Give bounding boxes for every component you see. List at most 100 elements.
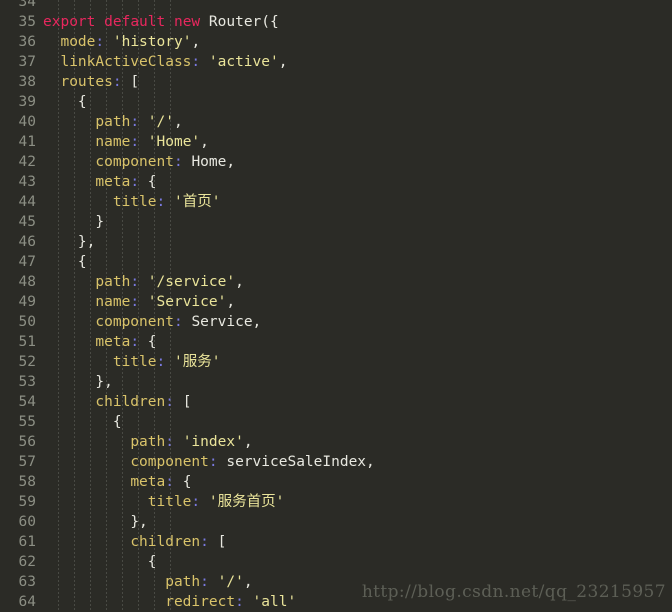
line-text: children: [ <box>43 532 226 552</box>
token-colon: : <box>130 274 140 290</box>
code-line[interactable]: 47 { <box>0 252 672 272</box>
line-number: 39 <box>18 94 36 110</box>
line-number: 46 <box>18 234 36 250</box>
token-prop: component <box>130 454 209 470</box>
token-prop: path <box>130 434 166 450</box>
token-str: '服务' <box>173 354 221 370</box>
line-text: redirect: 'all' <box>43 592 296 612</box>
token-colon: : <box>156 194 166 210</box>
code-line[interactable]: 62 { <box>0 552 672 572</box>
line-text: }, <box>43 372 113 392</box>
code-line[interactable]: 45 } <box>0 212 672 232</box>
code-line[interactable]: 54 children: [ <box>0 392 672 412</box>
token-str: 'history' <box>112 34 192 50</box>
code-line[interactable]: 40 path: '/', <box>0 112 672 132</box>
line-text: meta: { <box>43 172 156 192</box>
token-colon: : <box>130 114 140 130</box>
code-line[interactable]: 46 }, <box>0 232 672 252</box>
code-content[interactable]: 34 35 export default new Router({36 mode: … <box>0 0 672 612</box>
token-colon: : <box>165 394 174 410</box>
code-line[interactable]: 61 children: [ <box>0 532 672 552</box>
line-number: 35 <box>18 14 36 30</box>
code-editor-pane[interactable]: 34 35 export default new Router({36 mode: … <box>0 0 672 612</box>
token-prop: component <box>95 314 174 330</box>
token-punct: , <box>243 574 253 590</box>
token-prop: redirect <box>165 594 236 610</box>
line-number: 48 <box>18 274 36 290</box>
token-str: 'active' <box>208 54 279 70</box>
code-line[interactable]: 35 export default new Router({ <box>0 12 672 32</box>
line-number: 52 <box>18 354 36 370</box>
token-punct: , <box>278 54 288 70</box>
code-line[interactable]: 36 mode: 'history', <box>0 32 672 52</box>
code-line[interactable]: 52 title: '服务' <box>0 352 672 372</box>
code-line[interactable]: 55 { <box>0 412 672 432</box>
code-line[interactable]: 53 }, <box>0 372 672 392</box>
token-punct: }, <box>130 514 148 530</box>
token-punct: , <box>173 114 183 130</box>
line-text: path: '/service', <box>43 272 243 292</box>
line-number: 49 <box>18 294 36 310</box>
code-line[interactable]: 41 name: 'Home', <box>0 132 672 152</box>
token-punct: } <box>95 214 105 230</box>
code-line[interactable]: 38 routes: [ <box>0 72 672 92</box>
token-str: 'Service' <box>147 294 227 310</box>
line-number: 58 <box>18 474 36 490</box>
line-text: component: serviceSaleIndex, <box>43 452 374 472</box>
token-colon: : <box>173 154 183 170</box>
code-line[interactable]: 44 title: '首页' <box>0 192 672 212</box>
code-line[interactable]: 42 component: Home, <box>0 152 672 172</box>
token-str: '/service' <box>147 274 236 290</box>
token-colon: : <box>130 174 140 190</box>
code-line[interactable]: 64 redirect: 'all' <box>0 592 672 612</box>
line-text: routes: [ <box>43 72 139 92</box>
line-text: title: '首页' <box>43 192 221 212</box>
code-line[interactable]: 59 title: '服务首页' <box>0 492 672 512</box>
code-line[interactable]: 37 linkActiveClass: 'active', <box>0 52 672 72</box>
code-line[interactable]: 56 path: 'index', <box>0 432 672 452</box>
code-line[interactable]: 63 path: '/', <box>0 572 672 592</box>
token-colon: : <box>156 354 166 370</box>
code-line[interactable]: 34 <box>0 0 672 12</box>
code-line[interactable]: 48 path: '/service', <box>0 272 672 292</box>
code-line[interactable]: 39 { <box>0 92 672 112</box>
code-line[interactable]: 58 meta: { <box>0 472 672 492</box>
token-punct: { <box>147 334 157 350</box>
token-punct: [ <box>182 394 192 410</box>
token-punct: { <box>182 474 192 490</box>
token-prop: path <box>95 274 131 290</box>
token-punct: , <box>191 34 201 50</box>
code-line[interactable]: 50 component: Service, <box>0 312 672 332</box>
token-colon: : <box>200 574 209 590</box>
code-line[interactable]: 57 component: serviceSaleIndex, <box>0 452 672 472</box>
line-number: 63 <box>18 574 36 590</box>
token-prop: title <box>147 494 192 510</box>
code-line[interactable]: 49 name: 'Service', <box>0 292 672 312</box>
token-prop: meta <box>130 474 166 490</box>
token-punct: }, <box>95 374 113 390</box>
line-text: } <box>43 212 104 232</box>
token-punct: , <box>226 154 236 170</box>
token-str: 'all' <box>252 594 297 610</box>
line-number: 53 <box>18 374 36 390</box>
code-line[interactable]: 43 meta: { <box>0 172 672 192</box>
code-line[interactable]: 60 }, <box>0 512 672 532</box>
code-line[interactable]: 51 meta: { <box>0 332 672 352</box>
token-colon: : <box>130 294 140 310</box>
token-punct: , <box>200 134 209 150</box>
